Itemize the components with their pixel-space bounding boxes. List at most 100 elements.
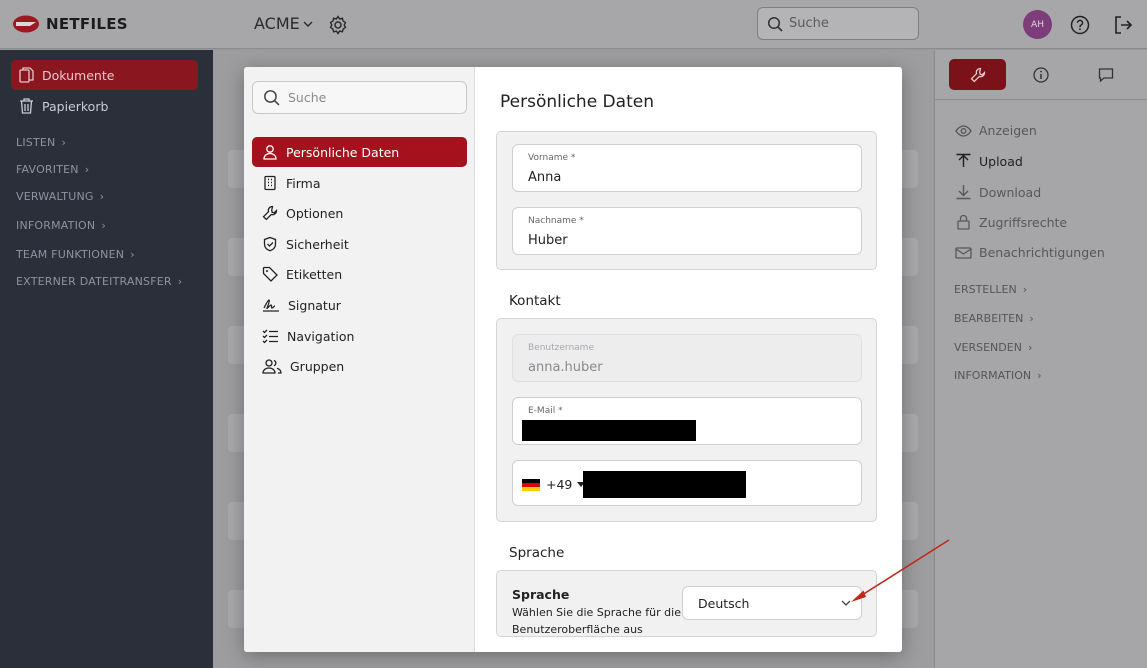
modal-title: Persönliche Daten xyxy=(500,92,654,112)
workspace-selector[interactable]: ACME xyxy=(254,14,314,33)
sidebar-section-favoriten[interactable]: FAVORITEN › xyxy=(16,163,89,176)
language-select[interactable]: Deutsch xyxy=(682,586,862,620)
section-label: ERSTELLEN xyxy=(954,283,1017,296)
sidebar-section-team[interactable]: TEAM FUNKTIONEN › xyxy=(16,248,135,261)
top-search[interactable] xyxy=(757,7,919,40)
wrench-icon xyxy=(970,67,985,82)
sidebar-section-listen[interactable]: LISTEN › xyxy=(16,136,66,149)
nav-item-security[interactable]: Sicherheit xyxy=(252,229,467,259)
sidebar-item-documents[interactable]: Dokumente xyxy=(11,60,198,90)
settings-gear-icon[interactable] xyxy=(328,15,348,35)
section-label: EXTERNER DATEITRANSFER xyxy=(16,275,172,288)
chevron-right-icon: › xyxy=(130,248,135,261)
phone-field[interactable]: +49 xyxy=(512,460,862,506)
comment-icon xyxy=(1098,68,1114,83)
eye-icon xyxy=(955,124,972,137)
logout-icon[interactable] xyxy=(1113,15,1133,35)
nav-item-groups[interactable]: Gruppen xyxy=(252,351,467,381)
brand-name: NETFILES xyxy=(46,15,128,33)
sidebar-section-information[interactable]: INFORMATION › xyxy=(16,219,106,232)
sidebar-item-trash[interactable]: Papierkorb xyxy=(11,91,198,121)
personal-card: Vorname * Anna Nachname * Huber xyxy=(496,131,877,270)
chevron-right-icon: › xyxy=(1037,369,1042,382)
chevron-right-icon: › xyxy=(177,275,183,288)
wrench-icon xyxy=(262,205,278,221)
info-icon xyxy=(1033,67,1049,83)
language-selected-value: Deutsch xyxy=(698,595,750,611)
field-label: Vorname * xyxy=(528,153,576,163)
action-view[interactable]: Anzeigen xyxy=(955,123,1037,138)
email-field[interactable]: E-Mail * xyxy=(512,397,862,445)
panel-section-information[interactable]: INFORMATION › xyxy=(954,369,1042,382)
chevron-right-icon: › xyxy=(84,163,90,176)
action-permissions[interactable]: Zugriffsrechte xyxy=(955,214,1067,230)
workspace-name: ACME xyxy=(254,14,300,33)
action-upload[interactable]: Upload xyxy=(955,153,1023,169)
modal-search-input[interactable] xyxy=(288,90,458,105)
tab-info[interactable] xyxy=(1033,67,1049,83)
section-label: BEARBEITEN xyxy=(954,312,1024,325)
country-code-selector[interactable]: +49 xyxy=(522,477,586,492)
chevron-right-icon: › xyxy=(101,219,106,232)
section-label: INFORMATION xyxy=(16,219,96,232)
action-download[interactable]: Download xyxy=(955,184,1041,200)
netfiles-logo-icon xyxy=(13,15,39,33)
nav-item-signature[interactable]: Signatur xyxy=(252,290,467,320)
nav-item-company[interactable]: Firma xyxy=(252,168,467,198)
modal-search[interactable] xyxy=(252,81,467,114)
lastname-field[interactable]: Nachname * Huber xyxy=(512,207,862,255)
section-label: VERWALTUNG xyxy=(16,190,94,203)
panel-section-edit[interactable]: BEARBEITEN › xyxy=(954,312,1034,325)
sidebar-section-verwaltung[interactable]: VERWALTUNG › xyxy=(16,190,104,203)
chevron-right-icon: › xyxy=(99,190,105,203)
nav-label: Sicherheit xyxy=(286,236,349,252)
username-field: Benutzername anna.huber xyxy=(512,334,862,382)
top-bar: NETFILES ACME AH xyxy=(0,0,1147,49)
language-card: Sprache Wählen Sie die Sprache für die B… xyxy=(496,570,877,637)
field-value: Huber xyxy=(528,233,568,248)
nav-item-labels[interactable]: Etiketten xyxy=(252,259,467,289)
firstname-field[interactable]: Vorname * Anna xyxy=(512,144,862,192)
action-label: Anzeigen xyxy=(979,123,1037,138)
field-value: Anna xyxy=(528,170,562,185)
section-label: LISTEN xyxy=(16,136,56,149)
netfiles-logo[interactable]: NETFILES xyxy=(12,14,128,34)
section-label: VERSENDEN xyxy=(954,341,1022,354)
sidebar-section-transfer[interactable]: EXTERNER DATEITRANSFER › xyxy=(16,275,182,288)
chevron-right-icon: › xyxy=(1029,312,1034,325)
users-icon xyxy=(262,359,282,374)
nav-label: Etiketten xyxy=(286,266,343,282)
nav-item-personal[interactable]: Persönliche Daten xyxy=(252,137,467,167)
right-panel-tabs xyxy=(935,50,1147,100)
contact-card: Benutzername anna.huber E-Mail * +49 xyxy=(496,318,877,522)
nav-label: Firma xyxy=(286,175,321,191)
chevron-right-icon: › xyxy=(61,136,67,149)
search-icon xyxy=(264,90,280,106)
panel-section-create[interactable]: ERSTELLEN › xyxy=(954,283,1027,296)
tab-comments[interactable] xyxy=(1098,67,1114,83)
nav-label: Navigation xyxy=(287,328,355,344)
section-label: FAVORITEN xyxy=(16,163,79,176)
tab-actions[interactable] xyxy=(949,59,1006,90)
mail-icon xyxy=(955,246,972,259)
user-avatar[interactable]: AH xyxy=(1023,10,1052,39)
building-icon xyxy=(264,175,276,191)
lock-icon xyxy=(957,214,970,230)
nav-label: Optionen xyxy=(286,205,344,221)
nav-item-navigation[interactable]: Navigation xyxy=(252,321,467,351)
chevron-right-icon: › xyxy=(1022,283,1028,296)
action-label: Upload xyxy=(979,153,1023,169)
panel-section-send[interactable]: VERSENDEN › xyxy=(954,341,1032,354)
help-icon[interactable] xyxy=(1070,15,1090,35)
trash-icon xyxy=(20,98,33,114)
nav-label: Persönliche Daten xyxy=(286,144,400,160)
nav-item-options[interactable]: Optionen xyxy=(252,198,467,228)
tag-icon xyxy=(262,266,278,282)
redacted-phone xyxy=(583,471,746,498)
list-icon xyxy=(262,329,278,344)
sidebar-item-label: Dokumente xyxy=(42,67,115,83)
action-notifications[interactable]: Benachrichtigungen xyxy=(955,245,1105,260)
section-label: TEAM FUNKTIONEN xyxy=(16,248,125,261)
top-search-input[interactable] xyxy=(789,16,899,31)
field-label: Benutzername xyxy=(528,343,594,353)
